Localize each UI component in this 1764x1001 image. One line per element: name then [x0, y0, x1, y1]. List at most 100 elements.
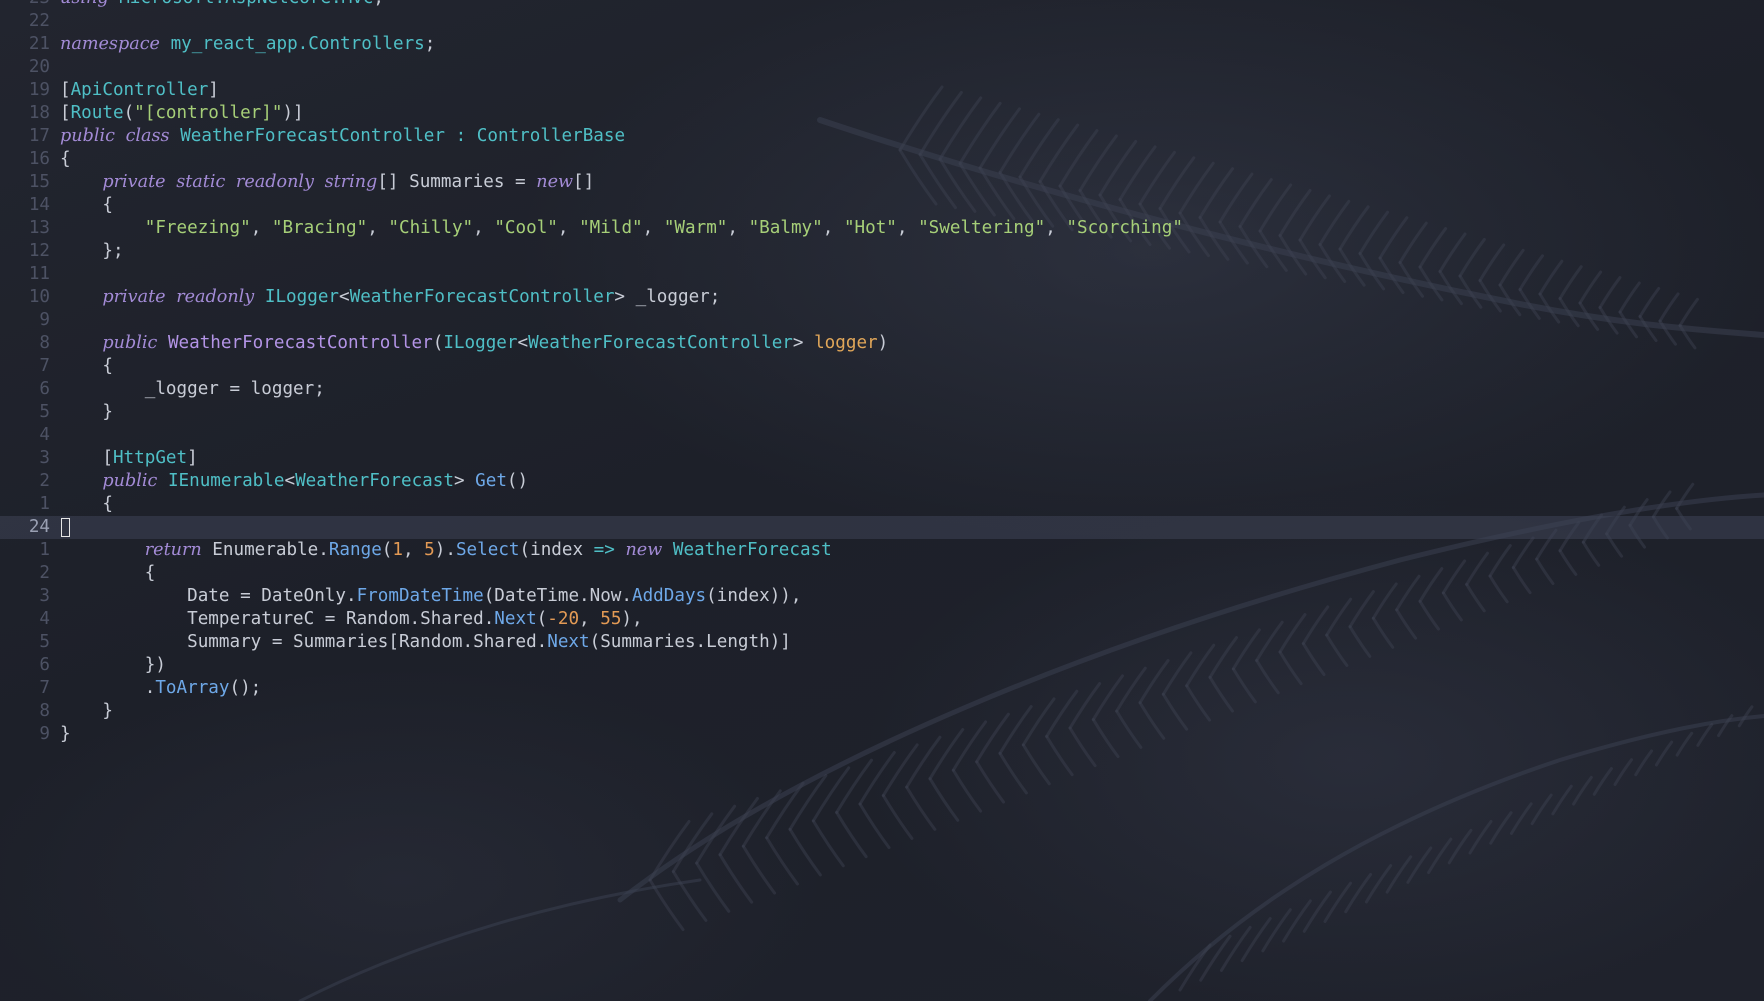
fern-leaf	[835, 758, 874, 814]
code-line[interactable]: 12 };	[0, 240, 1764, 263]
code-line[interactable]: 9	[0, 309, 1764, 332]
line-number: 24	[28, 517, 50, 537]
code-editor[interactable]: 23using Microsoft.AspNetCore.Mvc;2221nam…	[0, 0, 1764, 1001]
code-line[interactable]: 14 {	[0, 194, 1764, 217]
code-text: {	[60, 563, 156, 583]
code-line[interactable]: 13 "Freezing", "Bracing", "Chilly", "Coo…	[0, 217, 1764, 240]
code-token: Summary = Summaries[Random.Shared.	[60, 632, 548, 652]
code-token: >	[792, 333, 815, 353]
code-line[interactable]: 16 {	[0, 148, 1764, 171]
code-token: Select	[455, 540, 520, 560]
line-number: 8	[39, 333, 50, 353]
code-line[interactable]: 23using Microsoft.AspNetCore.Mvc;	[0, 0, 1764, 10]
code-line[interactable]: 4	[0, 424, 1764, 447]
code-token: Next	[547, 632, 590, 652]
code-line[interactable]: 8 public WeatherForecastController(ILogg…	[0, 332, 1764, 355]
code-token: readonly	[235, 172, 314, 192]
line-number: 3	[39, 586, 50, 606]
text-cursor	[61, 517, 70, 537]
fern-leaf	[718, 797, 759, 857]
code-token: }	[60, 724, 71, 744]
code-token: .	[60, 678, 156, 698]
code-token: (DateTime.Now.	[483, 586, 632, 606]
code-line[interactable]: 3 Date = DateOnly.FromDateTime(DateTime.…	[0, 585, 1764, 608]
code-token: Range	[328, 540, 382, 560]
code-token: string	[324, 172, 378, 192]
code-text: [Route("[controller]")]	[60, 103, 304, 123]
code-line[interactable]: 8 }	[0, 700, 1764, 723]
code-token: new	[536, 172, 574, 192]
code-token: readonly	[176, 287, 255, 307]
code-token: "Chilly"	[388, 218, 474, 238]
code-line[interactable]: 1 {	[0, 493, 1764, 516]
fern-leaf	[1447, 828, 1473, 865]
code-area[interactable]: 23using Microsoft.AspNetCore.Mvc;2221nam…	[0, 0, 1764, 746]
code-text: {	[60, 494, 113, 514]
code-token: (Summaries.Length)]	[589, 632, 791, 652]
code-line[interactable]: 17 public class WeatherForecastController…	[0, 125, 1764, 148]
fern-leaf	[1364, 864, 1393, 904]
code-token: )]	[282, 103, 304, 123]
code-text: return Enumerable.Range(1, 5).Select(ind…	[60, 540, 832, 560]
code-token: "Balmy"	[748, 218, 823, 238]
code-token: }	[60, 701, 113, 721]
line-number: 15	[28, 172, 50, 192]
code-token: ]	[187, 448, 198, 468]
code-token: "Warm"	[663, 218, 728, 238]
code-token: ()	[506, 471, 529, 491]
fern-leaf	[905, 785, 937, 831]
code-text: Summary = Summaries[Random.Shared.Next(S…	[60, 632, 791, 652]
code-token: ();	[229, 678, 262, 698]
code-line[interactable]: 19 [ApiController]	[0, 79, 1764, 102]
fern-leaf	[1551, 784, 1573, 816]
code-line[interactable]: 6 _logger = logger;	[0, 378, 1764, 401]
code-token: {	[60, 494, 113, 514]
code-line[interactable]: 18 [Route("[controller]")]	[0, 102, 1764, 125]
code-token: ,	[1045, 218, 1067, 238]
fern-leaf	[1613, 758, 1633, 786]
code-line[interactable]: 4 TemperatureC = Random.Shared.Next(-20,…	[0, 608, 1764, 631]
code-token: TemperatureC = Random.Shared.	[60, 609, 495, 629]
line-number: 4	[39, 609, 50, 629]
code-text: private static readonly string[] Summari…	[60, 172, 594, 192]
line-number: 14	[28, 195, 50, 215]
code-line[interactable]: 7 {	[0, 355, 1764, 378]
current-code-line[interactable]: 24	[0, 516, 1764, 539]
code-line[interactable]: 15 private static readonly string[] Summ…	[0, 171, 1764, 194]
code-token: WeatherForecastController	[167, 333, 433, 353]
code-line[interactable]: 1 return Enumerable.Range(1, 5).Select(i…	[0, 539, 1764, 562]
fern-leaf	[811, 766, 851, 823]
code-line[interactable]: 20	[0, 56, 1764, 79]
code-token: Get	[475, 471, 507, 491]
code-line[interactable]: 22	[0, 10, 1764, 33]
fern-leaf	[788, 774, 828, 831]
code-line[interactable]: 10 private readonly ILogger<WeatherForec…	[0, 286, 1764, 309]
code-line[interactable]: 6 })	[0, 654, 1764, 677]
code-line[interactable]: 5 }	[0, 401, 1764, 424]
line-number: 8	[39, 701, 50, 721]
code-line[interactable]: 11	[0, 263, 1764, 286]
line-number: 13	[28, 218, 50, 238]
code-line[interactable]: 5 Summary = Summaries[Random.Shared.Next…	[0, 631, 1764, 654]
code-token: public	[60, 126, 115, 146]
code-line[interactable]: 3 [HttpGet]	[0, 447, 1764, 470]
code-line[interactable]: 21 namespace my_react_app.Controllers;	[0, 33, 1764, 56]
fern-leaf	[1261, 908, 1292, 953]
code-line[interactable]: 9}	[0, 723, 1764, 746]
code-token: ).	[434, 540, 456, 560]
code-text: using Microsoft.AspNetCore.Mvc;	[60, 0, 384, 8]
line-number: 21	[28, 34, 50, 54]
code-text: }	[60, 701, 113, 721]
code-token: HttpGet	[112, 448, 188, 468]
line-number: 5	[39, 402, 50, 422]
fern-leaf	[811, 819, 845, 868]
code-token: []	[573, 172, 595, 192]
fern-leaf	[858, 751, 896, 806]
code-line[interactable]: 2 {	[0, 562, 1764, 585]
code-line[interactable]: 2 public IEnumerable<WeatherForecast> Ge…	[0, 470, 1764, 493]
code-line[interactable]: 7 .ToArray();	[0, 677, 1764, 700]
